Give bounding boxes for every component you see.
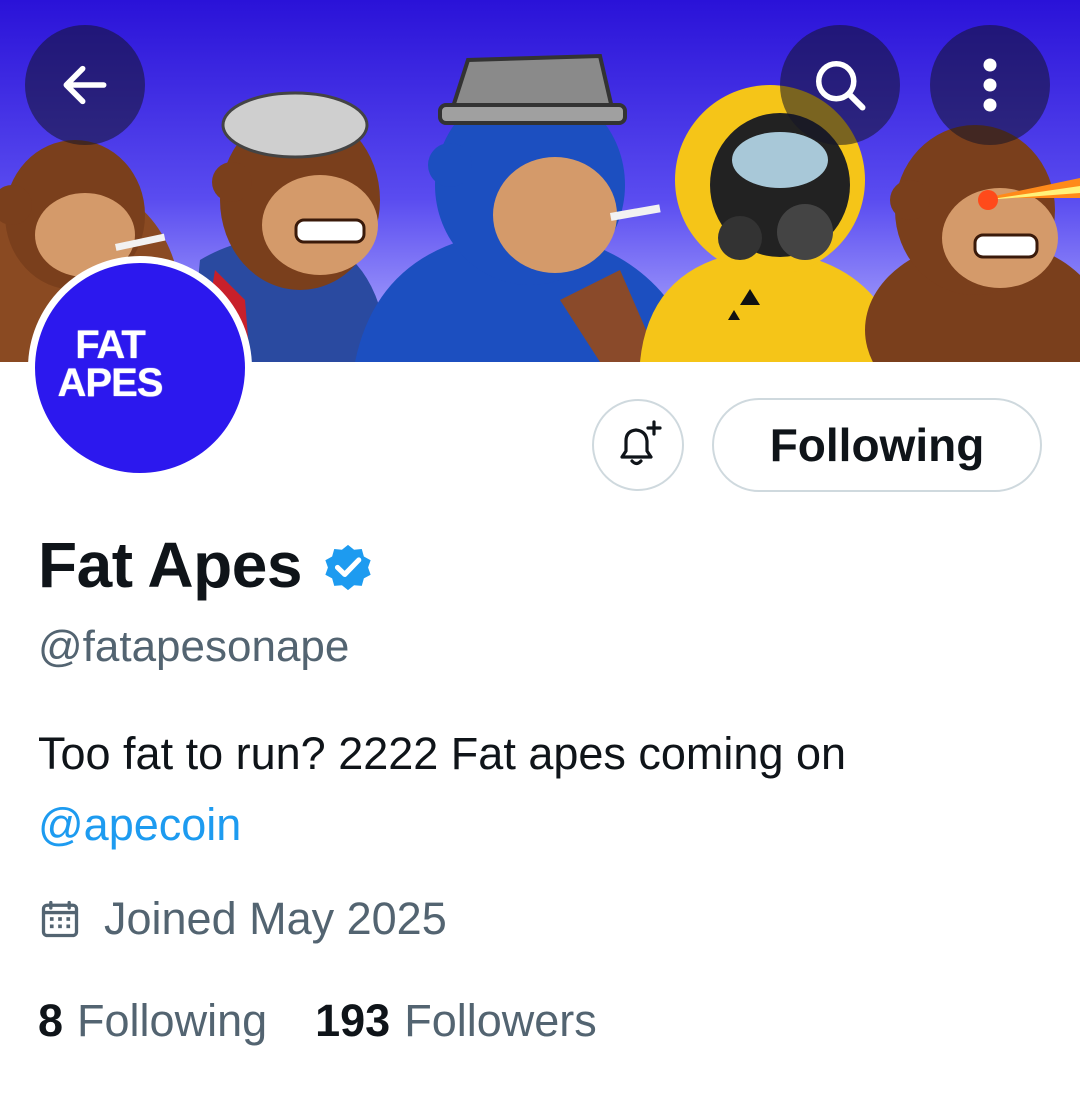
avatar-line-2: APES	[57, 361, 164, 405]
following-button[interactable]: Following	[712, 398, 1042, 492]
followers-count: 193	[315, 995, 391, 1046]
following-count: 8	[38, 995, 64, 1046]
joined-date: Joined May 2025	[38, 893, 447, 945]
following-label: Following	[77, 995, 268, 1046]
verified-badge-icon[interactable]	[320, 539, 376, 595]
more-vertical-icon	[983, 58, 997, 112]
profile-handle: @fatapesonape	[38, 622, 350, 671]
notifications-button[interactable]	[592, 399, 684, 491]
bell-plus-icon	[620, 420, 662, 466]
bio-mention-link[interactable]: @apecoin	[38, 789, 1048, 860]
joined-text: Joined May 2025	[104, 893, 447, 944]
more-options-button[interactable]	[930, 25, 1050, 145]
profile-name: Fat Apes	[38, 529, 302, 601]
profile-name-row: Fat Apes	[38, 528, 376, 602]
search-button[interactable]	[780, 25, 900, 145]
avatar-logo: FAT APES	[35, 263, 245, 473]
calendar-icon	[41, 900, 79, 938]
profile-stats: 8 Following 193 Followers	[38, 995, 645, 1047]
followers-count-link[interactable]: 193 Followers	[315, 995, 597, 1047]
profile-bio: Too fat to run? 2222 Fat apes coming on …	[38, 718, 1048, 860]
followers-label: Followers	[404, 995, 597, 1046]
bio-text: Too fat to run? 2222 Fat apes coming on	[38, 728, 847, 779]
profile-avatar[interactable]: FAT APES	[28, 256, 252, 480]
search-icon	[816, 61, 866, 111]
arrow-left-icon	[63, 65, 107, 105]
back-button[interactable]	[25, 25, 145, 145]
avatar-line-1: FAT	[75, 323, 146, 367]
following-count-link[interactable]: 8 Following	[38, 995, 267, 1047]
